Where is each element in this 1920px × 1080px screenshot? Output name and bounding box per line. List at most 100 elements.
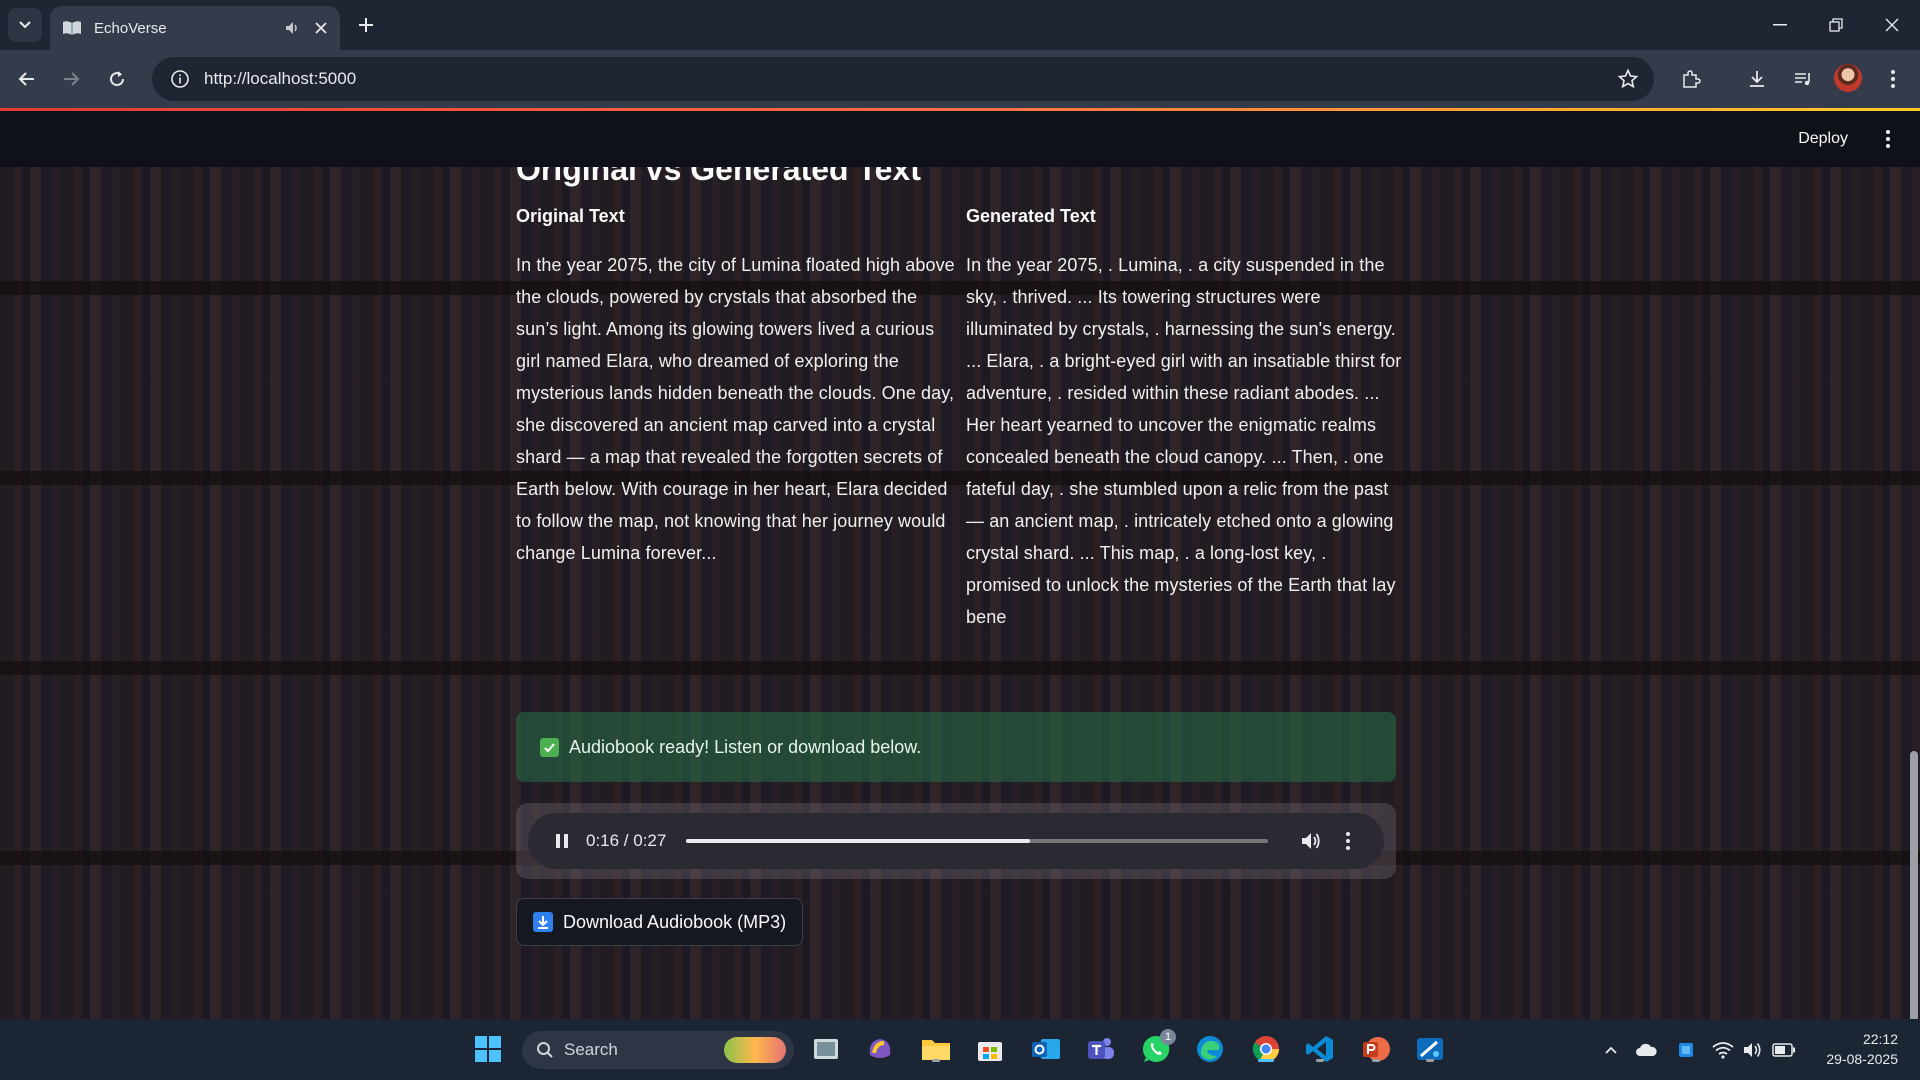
info-icon: [171, 70, 189, 88]
app-menu-button[interactable]: [1878, 125, 1898, 153]
tab-search-button[interactable]: [8, 8, 42, 42]
outlook-button[interactable]: [1030, 1033, 1062, 1065]
teams-icon: [1088, 1038, 1114, 1059]
download-button-label: Download Audiobook (MP3): [563, 911, 787, 932]
running-indicator: [1426, 1059, 1434, 1062]
tab-close-icon[interactable]: [314, 21, 328, 35]
arrow-right-icon: [64, 72, 80, 86]
task-view-button[interactable]: [810, 1033, 842, 1065]
minimize-button[interactable]: [1752, 0, 1808, 50]
seek-progress: [686, 839, 1030, 843]
running-indicator: [932, 1059, 940, 1062]
original-text-heading: Original Text: [516, 206, 625, 226]
windows-taskbar: Search 1 22:12 29-08-2025: [0, 1019, 1920, 1080]
generated-text-column: Generated Text In the year 2075, . Lumin…: [966, 206, 1406, 633]
edge-button[interactable]: [1194, 1033, 1226, 1065]
browser-tab[interactable]: EchoVerse: [50, 6, 340, 50]
bookshelf-background: [0, 111, 1920, 1019]
success-alert: Audiobook ready! Listen or download belo…: [516, 712, 1396, 782]
vscode-button[interactable]: [1304, 1033, 1336, 1065]
checkmark-icon: [540, 737, 559, 757]
search-icon: [537, 1042, 553, 1058]
player-options-button[interactable]: [1338, 828, 1358, 854]
chrome-button[interactable]: [1250, 1033, 1282, 1065]
teams-button[interactable]: [1084, 1033, 1116, 1065]
tab-audio-icon[interactable]: [284, 20, 300, 36]
forward-button[interactable]: [56, 64, 86, 94]
close-icon: [1885, 18, 1899, 32]
browser-toolbar: http://localhost:5000: [0, 50, 1920, 108]
powerpoint-button[interactable]: [1360, 1033, 1392, 1065]
reload-button[interactable]: [102, 64, 132, 94]
speaker-icon: [1744, 1042, 1761, 1057]
system-tray: [1596, 1019, 1706, 1080]
download-icon: [1750, 71, 1764, 87]
browser-tabstrip: EchoVerse: [0, 0, 1920, 50]
running-indicator: [1316, 1059, 1324, 1062]
app-header: Deploy: [0, 111, 1920, 167]
copilot-button[interactable]: [864, 1033, 896, 1065]
store-icon: [978, 1042, 1002, 1061]
media-controls-button[interactable]: [1788, 64, 1818, 94]
download-audiobook-button[interactable]: Download Audiobook (MP3): [516, 898, 804, 946]
seek-slider[interactable]: [686, 839, 1269, 843]
volume-button[interactable]: [1298, 828, 1324, 854]
audio-player-container: 0:16 / 0:27: [516, 803, 1396, 879]
original-text-column: Original Text In the year 2075, the city…: [516, 206, 956, 569]
search-highlight-art: [724, 1037, 786, 1063]
restore-icon: [1829, 18, 1843, 32]
show-hidden-icons-button[interactable]: [1596, 1045, 1626, 1055]
window-controls: [1752, 0, 1920, 50]
store-button[interactable]: [974, 1033, 1006, 1065]
success-message: Audiobook ready! Listen or download belo…: [569, 736, 922, 757]
search-label: Search: [564, 1040, 618, 1059]
file-explorer-button[interactable]: [920, 1033, 952, 1065]
reload-icon: [110, 71, 125, 87]
clock-time: 22:12: [1862, 1031, 1898, 1047]
browser-menu-button[interactable]: [1878, 64, 1908, 94]
close-window-button[interactable]: [1864, 0, 1920, 50]
restore-button[interactable]: [1808, 0, 1864, 50]
outlook-icon: [1032, 1039, 1060, 1059]
new-tab-button[interactable]: [352, 11, 380, 39]
security-icon: [1679, 1042, 1693, 1057]
page-scrollbar[interactable]: [1910, 751, 1918, 1019]
download-arrow-icon: [533, 912, 553, 932]
onedrive-button[interactable]: [1626, 1042, 1666, 1058]
url-text[interactable]: http://localhost:5000: [204, 69, 356, 89]
cloud-icon: [1636, 1043, 1657, 1056]
book-icon: [63, 21, 81, 35]
system-clock[interactable]: 22:12 29-08-2025: [1826, 1029, 1898, 1069]
original-text-body: In the year 2075, the city of Lumina flo…: [516, 255, 955, 563]
edge-icon: [1197, 1036, 1223, 1062]
downloads-button[interactable]: [1742, 64, 1772, 94]
more-vertical-icon: [1891, 70, 1895, 88]
pause-button[interactable]: [552, 831, 572, 851]
profile-avatar[interactable]: [1834, 64, 1862, 92]
task-view-icon: [814, 1039, 838, 1059]
wifi-icon: [1712, 1041, 1734, 1059]
running-indicator: [1372, 1059, 1380, 1062]
plus-icon: [359, 18, 373, 32]
minimize-icon: [1773, 24, 1787, 26]
pause-icon: [556, 834, 568, 848]
audio-player: 0:16 / 0:27: [528, 813, 1384, 869]
windows-logo-icon: [475, 1036, 501, 1062]
address-bar[interactable]: http://localhost:5000: [152, 57, 1654, 101]
deploy-button[interactable]: Deploy: [1798, 130, 1848, 148]
start-button[interactable]: [472, 1033, 504, 1065]
bookmark-star-icon[interactable]: [1618, 69, 1638, 89]
defender-button[interactable]: [1666, 1041, 1706, 1059]
site-info-button[interactable]: [158, 57, 202, 101]
taskbar-search[interactable]: Search: [522, 1031, 794, 1069]
quick-settings[interactable]: [1712, 1019, 1796, 1080]
active-indicator: [1258, 1059, 1274, 1062]
puzzle-icon: [1683, 70, 1701, 88]
clock-date: 29-08-2025: [1826, 1051, 1898, 1067]
snipping-tool-button[interactable]: [1414, 1033, 1446, 1065]
whatsapp-button[interactable]: 1: [1140, 1029, 1176, 1065]
generated-text-body: In the year 2075, . Lumina, . a city sus…: [966, 255, 1402, 627]
app-viewport: Original vs Generated Text Deploy Origin…: [0, 111, 1920, 1019]
extensions-button[interactable]: [1676, 64, 1706, 94]
back-button[interactable]: [12, 64, 42, 94]
